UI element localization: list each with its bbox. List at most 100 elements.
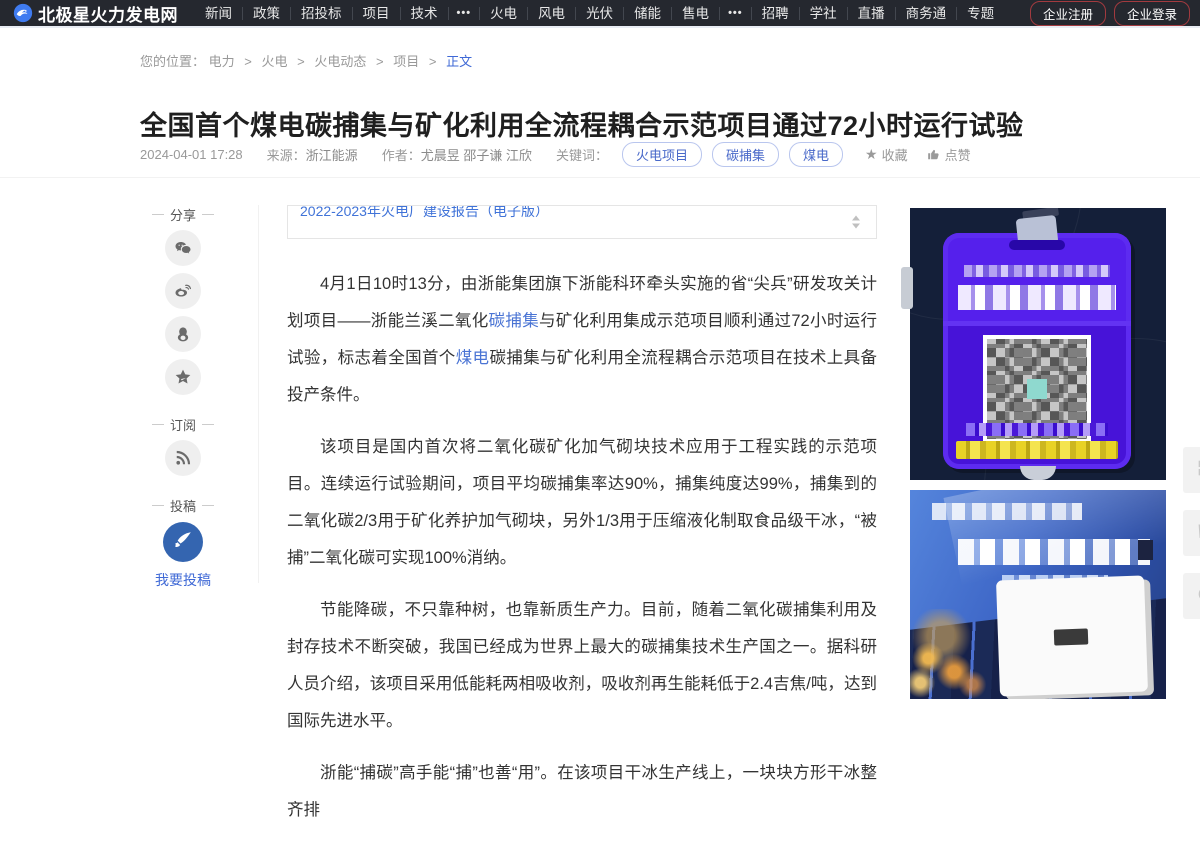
rail-divider [258,205,259,583]
pixelated-text-row [958,285,1116,310]
pixelated-text-row [958,539,1150,565]
nav-item-news[interactable]: 新闻 [195,7,243,20]
breadcrumb-current: 正文 [446,54,472,69]
pixelated-glyph [1138,540,1153,560]
share-label: 分享 [147,205,219,223]
author-value: 尤晨昱 邵子谦 江欣 [421,148,532,163]
page-title: 全国首个煤电碳捕集与矿化利用全流程耦合示范项目通过72小时运行试验 [140,104,1200,143]
star-icon: ★ [865,146,878,163]
keyword-tags: 火电项目 碳捕集 煤电 [622,142,843,167]
nav-item-solar[interactable]: 光伏 [576,7,624,20]
author: 作者：尤晨昱 邵子谦 江欣 [382,145,532,164]
article-paragraph: 4月1日10时13分，由浙能集团旗下浙能科环牵头实施的省“尖兵”研发攻关计划项目… [287,266,877,414]
nav-item-tech[interactable]: 技术 [401,7,449,20]
like-button[interactable]: 点赞 [926,145,971,164]
share-wechat-button[interactable] [165,230,201,266]
nav-item-thermal[interactable]: 火电 [480,7,528,20]
nav-item-more-1[interactable]: ••• [449,7,481,20]
chat-bubble-icon [1196,521,1200,546]
submit-label: 投稿 [147,496,219,514]
enterprise-login-button[interactable]: 企业登录 [1114,1,1190,26]
pixelated-text-row [964,265,1111,277]
share-weibo-button[interactable] [165,273,201,309]
inverter-product-graphic [996,575,1148,696]
ad1-background [910,208,1166,480]
enterprise-register-button[interactable]: 企业注册 [1030,1,1106,26]
float-phone-button[interactable] [1183,573,1200,619]
nav-item-academy[interactable]: 学社 [800,7,848,20]
nav-item-more-2[interactable]: ••• [720,7,752,20]
source: 来源：浙江能源 [267,145,358,164]
article-paragraph: 节能降碳，不只靠种树，也靠新质生产力。目前，随着二氧化碳捕集利用及封存技术不断突… [287,592,877,740]
tag-coal-power[interactable]: 煤电 [789,142,843,167]
publish-date: 2024-04-01 17:28 [140,147,243,162]
nav-item-bidding[interactable]: 招投标 [291,7,353,20]
report-carousel[interactable]: 2022-2023年火电厂建设报告（电子版） [287,205,877,239]
nav-item-storage[interactable]: 储能 [624,7,672,20]
nav-item-topics[interactable]: 专题 [957,7,1004,20]
article-meta: 2024-04-01 17:28 来源：浙江能源 作者：尤晨昱 邵子谦 江欣 关… [140,142,989,167]
rss-icon [173,448,193,468]
breadcrumb-link-power[interactable]: 电力 [209,54,235,69]
carousel-down-icon[interactable] [852,224,860,229]
nav-item-wind[interactable]: 风电 [528,7,576,20]
inverter-label [1054,628,1089,645]
inline-link-carbon-capture[interactable]: 碳捕集 [489,312,539,330]
ad1-side-tab [901,267,913,309]
nav-item-power-sale[interactable]: 售电 [672,7,720,20]
favorite-button[interactable]: ★ 收藏 [865,145,908,164]
wechat-icon [173,238,193,258]
article-paragraph: 浙能“捕碳”高手能“捕”也善“用”。在该项目干冰生产线上，一块块方形干冰整齐排 [287,755,877,829]
carousel-up-icon[interactable] [852,216,860,221]
main-nav: 新闻 政策 招投标 项目 技术 ••• 火电 风电 光伏 储能 售电 ••• 招… [195,7,1004,20]
share-qzone-button[interactable] [165,359,201,395]
weibo-icon [173,281,193,301]
thumbs-up-icon [926,147,941,162]
subscribe-label: 订阅 [147,415,219,433]
nav-item-live[interactable]: 直播 [848,7,896,20]
qzone-star-icon [173,367,193,387]
submit-article-link[interactable]: 我要投稿 [147,570,219,590]
logo-text: 北极星火力发电网 [38,1,178,26]
ad-banner-conference[interactable] [910,208,1166,480]
badge-divider [943,321,1131,326]
nav-actions: 企业注册 企业登录 [1030,1,1190,26]
header-divider [0,177,1200,178]
ad-banner-inverter[interactable] [910,490,1166,699]
keywords-label: 关键词： [556,145,608,164]
pixelated-text-row [932,503,1082,520]
rss-button[interactable] [165,440,201,476]
breadcrumb-prefix: 您的位置： [140,54,205,69]
top-navbar: 北极星火力发电网 新闻 政策 招投标 项目 技术 ••• 火电 风电 光伏 储能… [0,0,1200,28]
share-rail: 分享 订阅 投稿 我要投稿 [147,205,219,590]
tag-carbon-capture[interactable]: 碳捕集 [712,142,779,167]
pen-icon [172,529,194,556]
nav-item-jobs[interactable]: 招聘 [752,7,800,20]
breadcrumb-link-project[interactable]: 项目 [393,54,419,69]
article-content: 2022-2023年火电厂建设报告（电子版） 4月1日10时13分，由浙能集团旗… [287,205,877,844]
badge-slot [1009,240,1065,250]
nav-item-business[interactable]: 商务通 [896,7,958,20]
source-value: 浙江能源 [306,148,358,163]
float-chat-button[interactable] [1183,510,1200,556]
qq-icon [173,324,193,344]
article-paragraph: 该项目是国内首次将二氧化碳矿化加气砌块技术应用于工程实践的示范项目。连续运行试验… [287,429,877,577]
site-logo[interactable]: 北极星火力发电网 [13,1,178,26]
float-qr-button[interactable] [1183,447,1200,493]
logo-icon [13,3,33,23]
pixelated-yellow-strip [956,441,1118,459]
breadcrumb-link-thermal[interactable]: 火电 [262,54,288,69]
share-qq-button[interactable] [165,316,201,352]
report-link[interactable]: 2022-2023年火电厂建设报告（电子版） [300,205,549,221]
nav-item-projects[interactable]: 项目 [353,7,401,20]
tag-thermal-project[interactable]: 火电项目 [622,142,702,167]
ad1-badge-graphic [943,233,1131,469]
breadcrumb: 您的位置： 电力 > 火电 > 火电动态 > 项目 > 正文 [140,51,472,70]
phone-icon [1196,584,1200,609]
inline-link-coal-power[interactable]: 煤电 [456,349,490,367]
nav-item-policy[interactable]: 政策 [243,7,291,20]
carousel-arrows [852,216,860,229]
qr-small-icon [1196,458,1200,483]
breadcrumb-link-thermal-news[interactable]: 火电动态 [314,54,366,69]
submit-article-button[interactable] [163,522,203,562]
